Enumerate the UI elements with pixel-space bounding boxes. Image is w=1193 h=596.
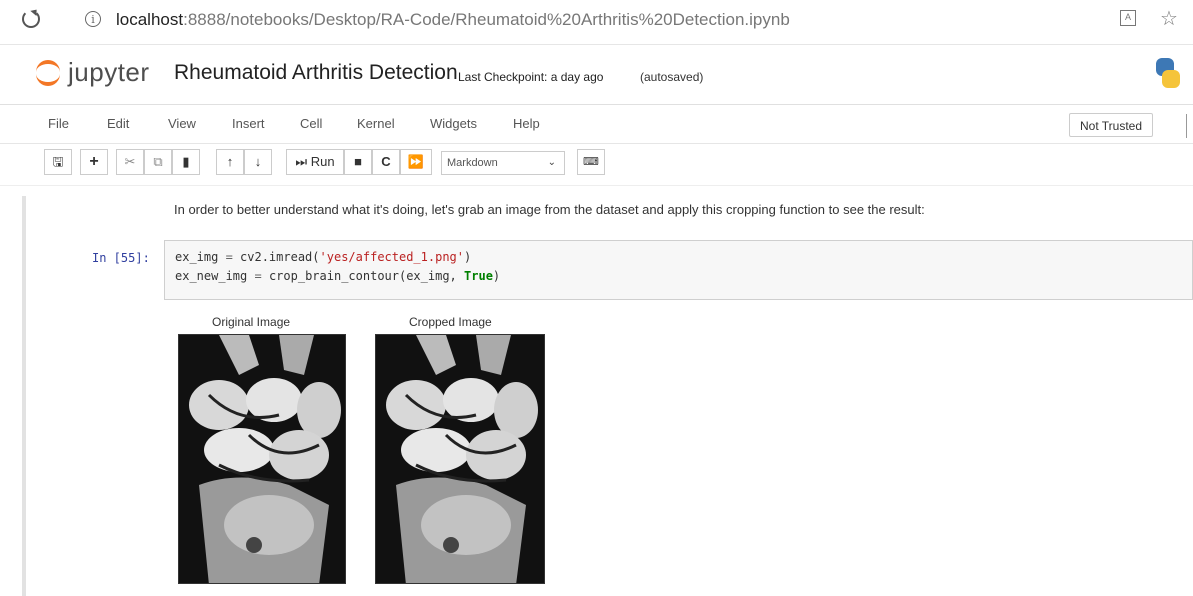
paste-button[interactable]: ▮ xyxy=(172,149,200,175)
input-prompt: In [55]: xyxy=(92,251,150,265)
python-logo-icon xyxy=(1154,58,1180,88)
original-mri-image xyxy=(178,334,346,584)
keyboard-icon: ⌨ xyxy=(583,156,599,168)
url-host: localhost xyxy=(116,10,184,29)
interrupt-button[interactable]: ■ xyxy=(344,149,372,175)
copy-icon: ⧉ xyxy=(153,154,163,169)
restart-button[interactable]: C xyxy=(372,149,400,175)
notebook-title[interactable]: Rheumatoid Arthritis Detection xyxy=(174,61,458,85)
move-down-button[interactable]: ↓ xyxy=(244,149,272,175)
insert-cell-button[interactable]: + xyxy=(80,149,108,175)
scissors-icon: ✂ xyxy=(124,154,136,169)
step-forward-icon: ⏭ xyxy=(295,154,308,169)
checkpoint-status: Last Checkpoint: a day ago xyxy=(458,70,604,84)
run-label: Run xyxy=(310,154,335,169)
menu-widgets[interactable]: Widgets xyxy=(430,116,477,131)
floppy-disk-icon: 🖫 xyxy=(52,154,64,169)
arrow-up-icon: ↑ xyxy=(226,154,234,169)
paste-icon: ▮ xyxy=(182,154,190,169)
move-up-button[interactable]: ↑ xyxy=(216,149,244,175)
info-icon[interactable]: i xyxy=(85,11,101,27)
restart-run-all-button[interactable]: ⏩ xyxy=(400,149,432,175)
original-image-title: Original Image xyxy=(212,315,291,329)
code-line-2: ex_new_img = crop_brain_contour(ex_img, … xyxy=(175,269,501,283)
menu-file[interactable]: File xyxy=(48,116,69,131)
run-button[interactable]: ⏭ Run xyxy=(286,149,344,175)
url-path: :8888/notebooks/Desktop/RA-Code/Rheumato… xyxy=(183,10,790,29)
browser-address-bar: i localhost:8888/notebooks/Desktop/RA-Co… xyxy=(0,0,1193,45)
jupyter-logo-icon[interactable] xyxy=(36,58,60,88)
menu-kernel[interactable]: Kernel xyxy=(357,116,395,131)
jupyter-wordmark[interactable]: jupyter xyxy=(68,57,150,88)
save-button[interactable]: 🖫 xyxy=(44,149,72,175)
trust-status-button[interactable]: Not Trusted xyxy=(1069,113,1153,137)
plus-icon: + xyxy=(89,153,99,170)
fast-forward-icon: ⏩ xyxy=(407,154,425,169)
menu-view[interactable]: View xyxy=(168,116,196,131)
menu-edit[interactable]: Edit xyxy=(107,116,129,131)
restart-icon: C xyxy=(381,154,391,169)
chevron-down-icon: ⌄ xyxy=(547,157,556,168)
cell-selection-bar xyxy=(22,196,26,596)
code-cell-input[interactable]: ex_img = cv2.imread('yes/affected_1.png'… xyxy=(164,240,1193,300)
menu-cell[interactable]: Cell xyxy=(300,116,322,131)
menu-insert[interactable]: Insert xyxy=(232,116,265,131)
reader-view-icon[interactable]: A xyxy=(1120,10,1136,26)
menu-help[interactable]: Help xyxy=(513,116,540,131)
autosave-status: (autosaved) xyxy=(640,70,704,84)
cut-button[interactable]: ✂ xyxy=(116,149,144,175)
cropped-mri-image xyxy=(375,334,545,584)
url-field[interactable]: localhost:8888/notebooks/Desktop/RA-Code… xyxy=(116,10,790,30)
cell-type-value: Markdown xyxy=(447,157,498,169)
code-line-1: ex_img = cv2.imread('yes/affected_1.png'… xyxy=(175,250,472,264)
cropped-image-title: Cropped Image xyxy=(409,315,492,329)
reload-icon[interactable] xyxy=(22,10,40,28)
menu-divider xyxy=(1186,114,1187,138)
stop-icon: ■ xyxy=(354,154,362,169)
command-palette-button[interactable]: ⌨ xyxy=(577,149,605,175)
arrow-down-icon: ↓ xyxy=(254,154,262,169)
cell-type-select[interactable]: Markdown ⌄ xyxy=(441,151,565,175)
star-icon[interactable]: ☆ xyxy=(1160,6,1178,31)
copy-button[interactable]: ⧉ xyxy=(144,149,172,175)
markdown-cell-text[interactable]: In order to better understand what it's … xyxy=(174,202,925,217)
